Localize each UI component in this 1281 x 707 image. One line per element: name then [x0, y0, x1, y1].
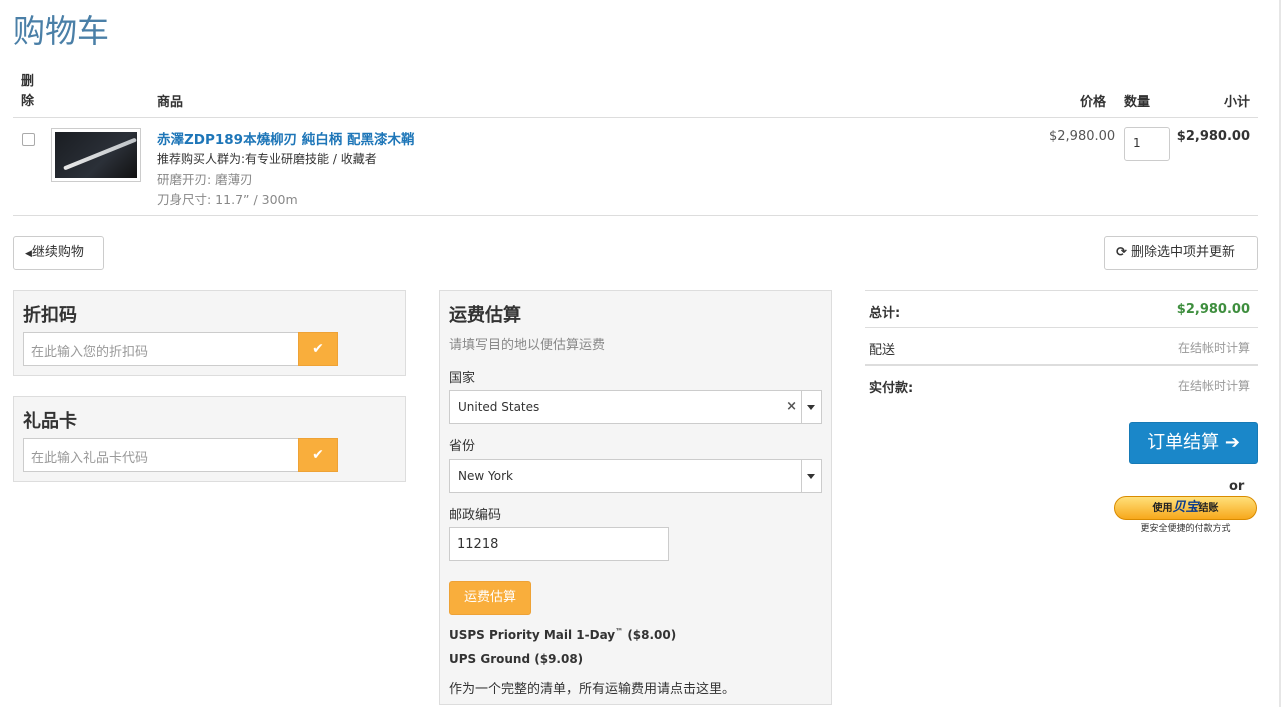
cart-table-header: 删除 商品 价格 数量 小计 — [13, 70, 1258, 118]
header-subtotal: 小计 — [1223, 95, 1250, 110]
discount-input-group: 在此输入您的折扣码 ✔ — [23, 332, 338, 366]
header-delete: 删除 — [21, 74, 35, 109]
state-label: 省份 — [449, 439, 476, 454]
shipping-rate: UPS Ground ($9.08) — [449, 652, 584, 666]
shipping-value: 在结帐时计算 — [1177, 341, 1250, 355]
delete-checkbox[interactable] — [22, 133, 35, 146]
shipping-rate: USPS Priority Mail 1-Day™ ($8.00) — [449, 627, 677, 642]
total-value: $2,980.00 — [1176, 302, 1250, 317]
country-select[interactable]: United States × — [449, 390, 822, 424]
dropdown-toggle[interactable] — [801, 391, 821, 423]
shipping-label: 配送 — [869, 343, 896, 358]
giftcard-input[interactable]: 在此输入礼品卡代码 — [23, 438, 299, 472]
header-qty: 数量 — [1124, 95, 1151, 110]
apply-giftcard-button[interactable]: ✔ — [298, 438, 338, 472]
zip-label: 邮政编码 — [449, 508, 502, 523]
chevron-down-icon — [807, 474, 815, 479]
clear-icon[interactable]: × — [786, 399, 797, 414]
alipay-subtext: 更安全便捷的付款方式 — [1140, 524, 1231, 534]
product-sharpen: 研磨开刃: 磨薄刃 — [157, 172, 253, 187]
product-name-link[interactable]: 赤澤ZDP189本燒柳刃 純白柄 配黑漆木鞘 — [157, 128, 414, 148]
country-label: 国家 — [449, 371, 476, 386]
shipping-note-link[interactable]: 作为一个完整的清单，所有运输费用请点击这里。 — [449, 678, 735, 697]
header-product: 商品 — [157, 95, 184, 110]
shipping-row: 配送 在结帐时计算 — [865, 327, 1258, 364]
giftcard-title: 礼品卡 — [23, 411, 77, 432]
payable-value: 在结帐时计算 — [1177, 379, 1250, 393]
caret-left-icon: ◀ — [25, 249, 32, 259]
page-title: 购物车 — [13, 12, 110, 50]
check-icon: ✔ — [312, 447, 324, 463]
total-label: 总计: — [869, 306, 901, 321]
alipay-checkout-button[interactable]: 使用贝宝结账 — [1114, 496, 1257, 520]
checkout-label: 订单结算 — [1147, 432, 1220, 453]
quantity-input[interactable]: 1 — [1124, 127, 1170, 161]
dropdown-toggle[interactable] — [801, 460, 821, 492]
product-subtotal: $2,980.00 — [1176, 129, 1250, 144]
or-separator: or — [1229, 479, 1245, 494]
continue-label: 继续购物 — [31, 245, 84, 260]
shipping-title: 运费估算 — [449, 305, 521, 326]
update-cart-button[interactable]: ⟳ 删除选中项并更新 — [1104, 236, 1258, 270]
product-price: $2,980.00 — [1049, 129, 1116, 144]
payable-row: 实付款: 在结帐时计算 — [865, 364, 1258, 401]
product-thumbnail[interactable] — [51, 128, 141, 182]
discount-panel: 折扣码 在此输入您的折扣码 ✔ — [13, 290, 406, 376]
knife-image — [55, 132, 137, 178]
shipping-hint: 请填写目的地以便估算运费 — [449, 338, 606, 353]
product-audience: 推荐购买人群为:有专业研磨技能 / 收藏者 — [157, 152, 377, 166]
order-totals: 总计: $2,980.00 配送 在结帐时计算 实付款: 在结帐时计算 — [865, 290, 1258, 401]
payable-label: 实付款: — [869, 381, 914, 396]
checkout-button[interactable]: 订单结算 ➔ — [1129, 422, 1258, 464]
arrow-right-icon: ➔ — [1224, 432, 1240, 453]
alipay-logo: 贝宝 — [1172, 500, 1199, 515]
total-row: 总计: $2,980.00 — [865, 290, 1258, 327]
check-icon: ✔ — [312, 341, 324, 357]
header-price: 价格 — [1080, 95, 1107, 110]
discount-input[interactable]: 在此输入您的折扣码 — [23, 332, 299, 366]
country-value: United States — [458, 400, 540, 414]
table-row: 赤澤ZDP189本燒柳刃 純白柄 配黑漆木鞘 推荐购买人群为:有专业研磨技能 /… — [13, 119, 1258, 216]
apply-discount-button[interactable]: ✔ — [298, 332, 338, 366]
state-value: New York — [458, 469, 513, 483]
update-label: 删除选中项并更新 — [1131, 245, 1236, 260]
discount-title: 折扣码 — [23, 305, 77, 326]
shipping-estimate-panel: 运费估算 请填写目的地以便估算运费 国家 United States × 省份 … — [439, 290, 832, 705]
state-select[interactable]: New York — [449, 459, 822, 493]
zip-input[interactable]: 11218 — [449, 527, 669, 561]
giftcard-input-group: 在此输入礼品卡代码 ✔ — [23, 438, 338, 472]
estimate-shipping-button[interactable]: 运费估算 — [449, 581, 531, 615]
chevron-down-icon — [807, 405, 815, 410]
continue-shopping-button[interactable]: ◀继续购物 — [13, 236, 104, 270]
giftcard-panel: 礼品卡 在此输入礼品卡代码 ✔ — [13, 396, 406, 482]
product-size: 刀身尺寸: 11.7” / 300m — [157, 192, 298, 207]
refresh-icon: ⟳ — [1116, 245, 1127, 260]
